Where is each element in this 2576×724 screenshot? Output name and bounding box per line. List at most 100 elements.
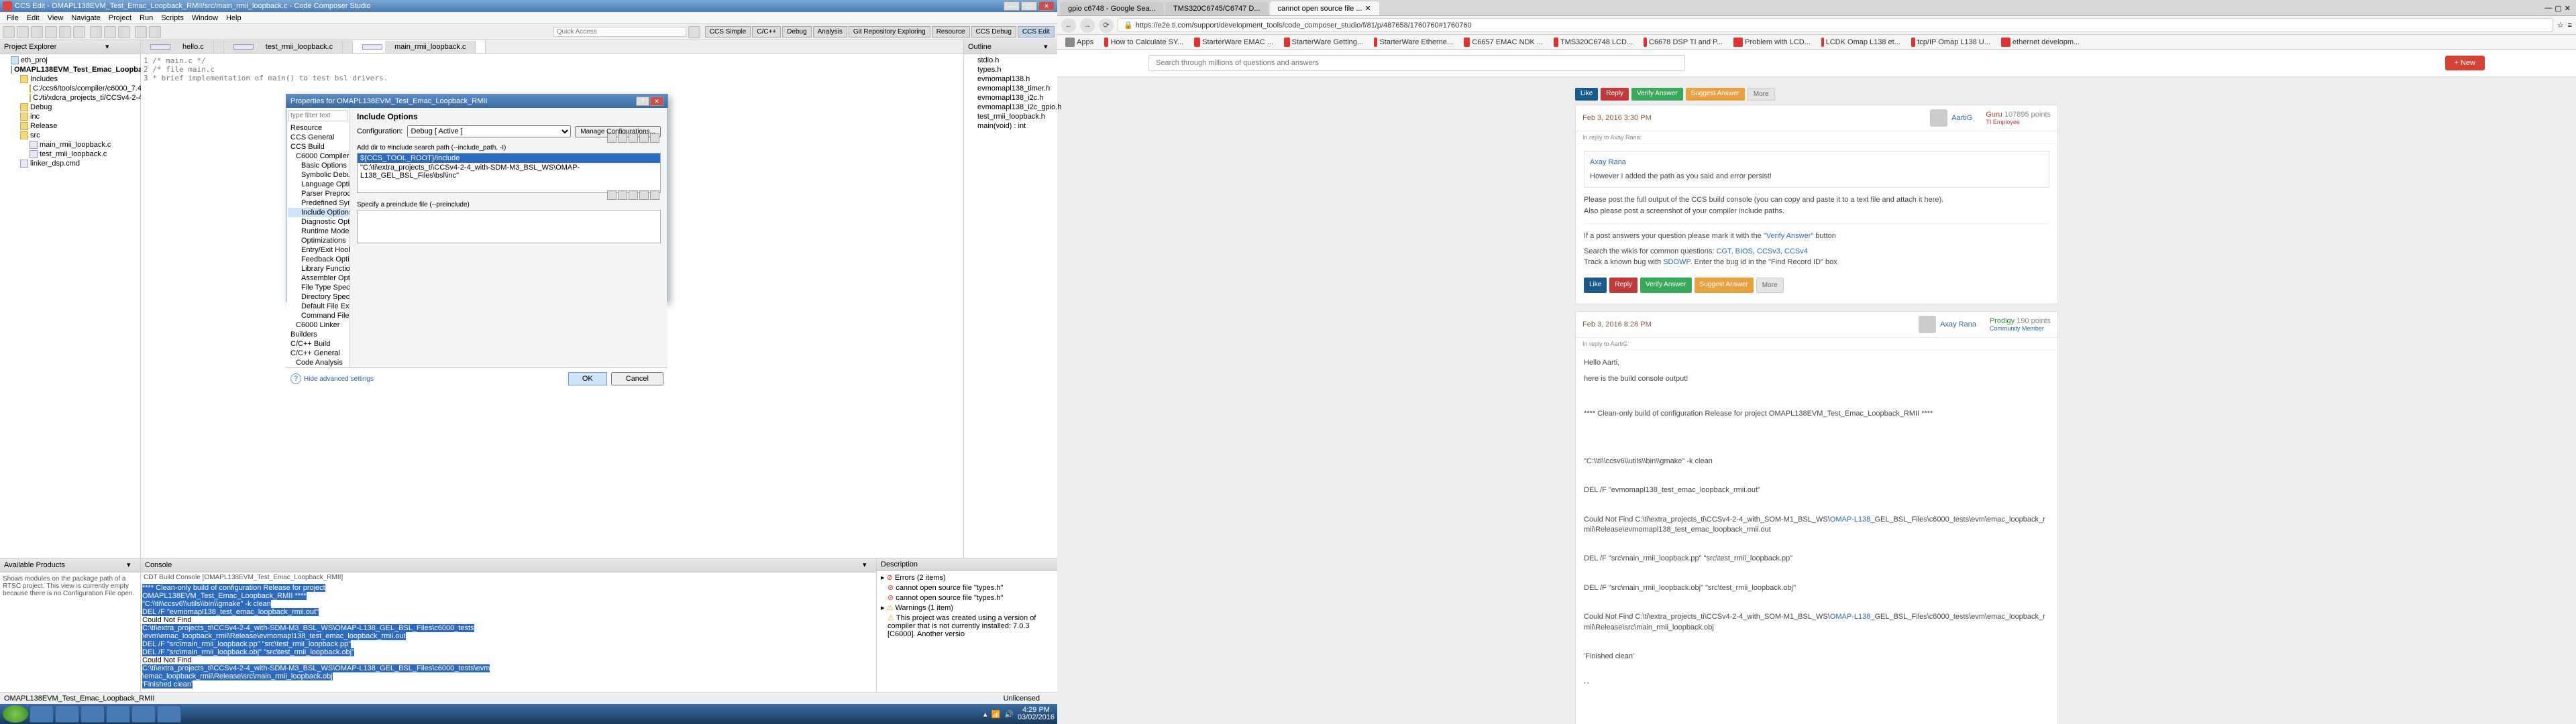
maximize-button[interactable]: ▢ bbox=[1021, 1, 1037, 11]
view-menu-icon[interactable]: ▾ bbox=[863, 560, 872, 570]
filter-input[interactable] bbox=[288, 110, 347, 121]
dialog-close-icon[interactable]: ✕ bbox=[650, 97, 663, 106]
cancel-button[interactable]: Cancel bbox=[611, 372, 663, 385]
menu-file[interactable]: File bbox=[3, 14, 23, 22]
hide-advanced-link[interactable]: Hide advanced settings bbox=[304, 375, 374, 383]
editor-content[interactable]: 1 /* main.c */ 2 /* file main.c 3 * brie… bbox=[141, 54, 963, 558]
wiki-link[interactable]: CCSv4 bbox=[1784, 247, 1808, 255]
warning-category[interactable]: ▸ ⚠ Warnings (1 item) bbox=[878, 603, 1056, 613]
chrome-close-icon[interactable]: ✕ bbox=[2565, 4, 2571, 13]
run-icon[interactable] bbox=[73, 26, 85, 38]
taskbar-pdf-icon[interactable] bbox=[131, 705, 156, 723]
build-icon[interactable] bbox=[45, 26, 57, 38]
chrome-minimize-icon[interactable]: — bbox=[2544, 4, 2552, 13]
tree-item[interactable]: linker_dsp.cmd bbox=[1, 159, 139, 168]
tool-icon[interactable] bbox=[90, 26, 102, 38]
outline-item[interactable]: evmomapl138_i2c.h bbox=[965, 93, 1056, 103]
more-button[interactable]: More bbox=[1756, 278, 1784, 293]
bookmark[interactable]: Problem with LCD... bbox=[1729, 36, 1815, 48]
tray-clock[interactable]: 4:29 PM 03/02/2016 bbox=[1018, 707, 1055, 721]
nav-item[interactable]: Parser Preprocessing Opti bbox=[288, 189, 348, 198]
up-icon[interactable] bbox=[639, 190, 649, 200]
back-icon[interactable] bbox=[135, 26, 147, 38]
up-icon[interactable] bbox=[639, 133, 649, 143]
bookmark[interactable]: StarterWare Etherne... bbox=[1370, 36, 1457, 48]
address-bar[interactable]: 🔒 https://e2e.ti.com/support/development… bbox=[1118, 18, 2553, 32]
bookmark[interactable]: StarterWare Getting... bbox=[1280, 36, 1367, 48]
pin-icon[interactable] bbox=[852, 560, 861, 570]
perspective-resource[interactable]: Resource bbox=[932, 26, 970, 38]
tree-item[interactable]: Release bbox=[1, 121, 139, 131]
tool-icon[interactable] bbox=[104, 26, 116, 38]
nav-item[interactable]: Builders bbox=[288, 330, 348, 339]
nav-item[interactable]: Predefined Symbols bbox=[288, 198, 348, 208]
tree-item[interactable]: inc bbox=[1, 112, 139, 121]
sdowp-link[interactable]: SDOWP bbox=[1663, 258, 1690, 266]
nav-item[interactable]: Optimizations bbox=[288, 236, 348, 245]
wiki-link[interactable]: BIOS bbox=[1735, 247, 1753, 255]
chrome-tab-active[interactable]: cannot open source file ...✕ bbox=[1270, 1, 1379, 15]
error-item[interactable]: cannot open source file "types.h" bbox=[878, 593, 1056, 603]
bookmark[interactable]: How to Calculate SY... bbox=[1100, 36, 1187, 48]
outline-item[interactable]: evmomapl138_i2c_gpio.h bbox=[965, 103, 1056, 112]
nav-item[interactable]: File Type Specifier bbox=[288, 283, 348, 292]
close-button[interactable]: ✕ bbox=[1038, 1, 1055, 11]
tree-item[interactable]: src bbox=[1, 131, 139, 140]
console-content[interactable]: **** Clean-only build of configuration R… bbox=[141, 583, 876, 692]
nav-item[interactable]: Entry/Exit Hook Options bbox=[288, 245, 348, 255]
outline-item[interactable]: test_rmii_loopback.h bbox=[965, 112, 1056, 121]
suggest-button[interactable]: Suggest Answer bbox=[1686, 88, 1745, 101]
suggest-button[interactable]: Suggest Answer bbox=[1695, 278, 1754, 293]
perspective-analysis[interactable]: Analysis bbox=[813, 26, 847, 38]
bookmark[interactable]: C6657 EMAC NDK ... bbox=[1460, 36, 1547, 48]
nav-item[interactable]: Diagnostic Options bbox=[288, 217, 348, 227]
taskbar-app-icon[interactable] bbox=[157, 705, 181, 723]
add-icon[interactable] bbox=[607, 190, 616, 200]
forward-icon[interactable] bbox=[149, 26, 161, 38]
error-item[interactable]: cannot open source file "types.h" bbox=[878, 583, 1056, 593]
reply-button[interactable]: Reply bbox=[1601, 88, 1629, 101]
dialog-help-icon[interactable]: ? bbox=[636, 97, 649, 106]
start-button[interactable] bbox=[3, 705, 28, 723]
nav-item[interactable]: Command Files bbox=[288, 311, 348, 320]
menu-run[interactable]: Run bbox=[136, 14, 157, 22]
menu-help[interactable]: Help bbox=[222, 14, 246, 22]
perspective-simple[interactable]: CCS Simple bbox=[705, 26, 751, 38]
nav-item[interactable]: Language Options bbox=[288, 180, 348, 189]
nav-item[interactable]: C/C++ General bbox=[288, 349, 348, 358]
taskbar-ccs-icon[interactable] bbox=[106, 705, 130, 723]
reply-button[interactable]: Reply bbox=[1609, 278, 1638, 293]
menu-icon[interactable]: ≡ bbox=[2568, 21, 2572, 29]
tree-item[interactable]: eth_proj bbox=[1, 56, 139, 65]
nav-item[interactable]: Code Analysis bbox=[288, 358, 348, 367]
menu-scripts[interactable]: Scripts bbox=[157, 14, 188, 22]
view-menu-icon[interactable]: ▾ bbox=[1044, 42, 1053, 52]
perspective-ccs-edit[interactable]: CCS Edit bbox=[1018, 26, 1055, 38]
like-button[interactable]: Like bbox=[1584, 278, 1607, 293]
nav-item[interactable]: Assembler Options bbox=[288, 274, 348, 283]
tree-item[interactable]: main_rmii_loopback.c bbox=[1, 140, 139, 149]
menu-edit[interactable]: Edit bbox=[23, 14, 44, 22]
user-link[interactable]: AartiG bbox=[1951, 114, 1972, 122]
nav-item[interactable]: Symbolic Debug Options bbox=[288, 170, 348, 180]
new-icon[interactable] bbox=[3, 26, 15, 38]
save-all-icon[interactable] bbox=[31, 26, 43, 38]
more-button[interactable]: More bbox=[1748, 88, 1775, 101]
nav-item[interactable]: CCS General bbox=[288, 133, 348, 142]
outline-item[interactable]: types.h bbox=[965, 65, 1056, 74]
forward-button[interactable]: → bbox=[1080, 18, 1095, 33]
new-post-button[interactable]: + New bbox=[2445, 56, 2485, 70]
bookmark[interactable]: Apps bbox=[1061, 36, 1097, 48]
verify-button[interactable]: Verify Answer bbox=[1631, 88, 1683, 101]
bookmark[interactable]: C6678 DSP TI and P... bbox=[1640, 36, 1727, 48]
tree-item[interactable]: C:/ccs6/tools/compiler/c6000_7.4.14/incl… bbox=[1, 84, 139, 93]
outline-item[interactable]: evmomapl138.h bbox=[965, 74, 1056, 84]
edit-icon[interactable] bbox=[618, 133, 627, 143]
chrome-tab[interactable]: TMS320C6745/C6747 D... bbox=[1165, 2, 1269, 15]
outline-item[interactable]: main(void) : int bbox=[965, 121, 1056, 131]
menu-project[interactable]: Project bbox=[105, 14, 136, 22]
nav-item[interactable]: C6000 Compiler bbox=[288, 152, 348, 161]
menu-window[interactable]: Window bbox=[188, 14, 222, 22]
nav-item[interactable]: Default File Extensions bbox=[288, 302, 348, 311]
star-icon[interactable]: ☆ bbox=[2557, 21, 2564, 29]
